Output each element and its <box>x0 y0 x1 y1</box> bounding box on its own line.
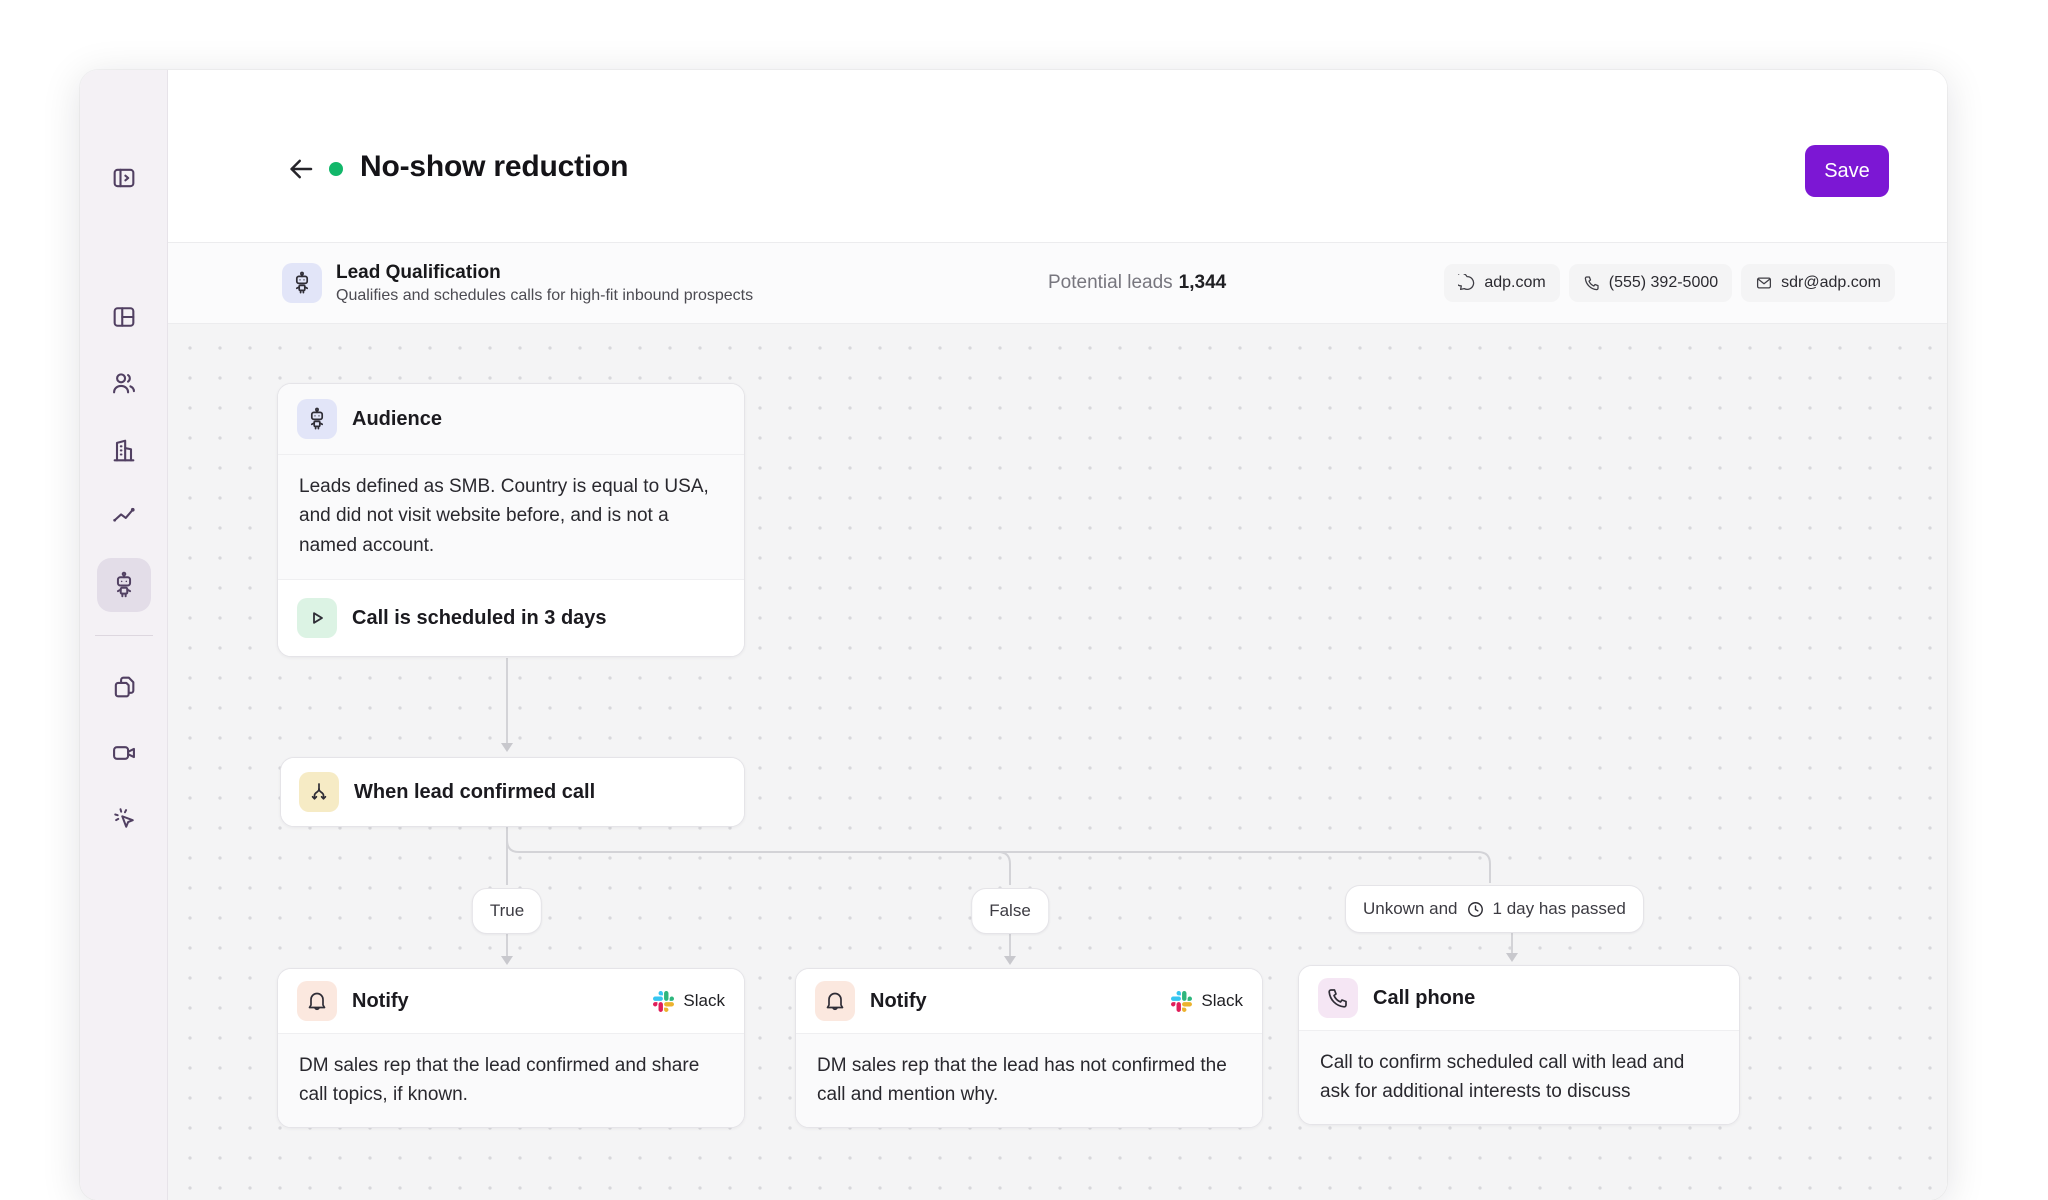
contact-badges: adp.com (555) 392-5000 sdr@adp.com <box>1444 264 1895 302</box>
page-title: No-show reduction <box>360 150 628 184</box>
bell-icon <box>815 981 855 1021</box>
integration-label: Slack <box>683 991 725 1011</box>
clock-icon <box>1466 900 1485 919</box>
robot-icon[interactable] <box>97 558 151 612</box>
branch-true-label: True <box>490 901 524 921</box>
phone-icon <box>1583 274 1601 292</box>
potential-leads: Potential leads 1,344 <box>1048 272 1226 294</box>
agent-description: Qualifies and schedules calls for high-f… <box>336 287 753 305</box>
branch-false-pill[interactable]: False <box>971 888 1049 934</box>
notify-title: Notify <box>352 990 409 1013</box>
slack-integration: Slack <box>1171 991 1243 1012</box>
workflow-canvas: Audience Leads defined as SMB. Country i… <box>168 324 1947 1200</box>
video-camera-icon[interactable] <box>97 726 151 780</box>
notify-title: Notify <box>870 990 927 1013</box>
robot-icon <box>282 263 322 303</box>
slack-logo-icon <box>653 991 674 1012</box>
chat-bubble-icon <box>1458 274 1476 292</box>
potential-leads-value: 1,344 <box>1179 272 1227 293</box>
save-button[interactable]: Save <box>1805 145 1889 197</box>
condition-title: When lead confirmed call <box>354 781 595 804</box>
main-area: No-show reduction Save Lead Qualif <box>168 70 1947 1200</box>
branch-unknown-prefix: Unkown and <box>1363 899 1458 919</box>
bell-icon <box>297 981 337 1021</box>
audience-node[interactable]: Audience Leads defined as SMB. Country i… <box>277 383 745 657</box>
agent-summary: Lead Qualification Qualifies and schedul… <box>282 262 753 305</box>
phone-badge-label: (555) 392-5000 <box>1609 274 1718 292</box>
audience-title: Audience <box>352 408 442 431</box>
layout-columns-icon[interactable] <box>97 290 151 344</box>
branch-split-icon <box>299 772 339 812</box>
app-window: No-show reduction Save Lead Qualif <box>80 70 1947 1200</box>
top-bar: No-show reduction Save <box>168 70 1947 242</box>
notify-node-true[interactable]: Notify Slack DM sales rep that the lead … <box>277 968 745 1128</box>
email-badge-label: sdr@adp.com <box>1781 274 1881 292</box>
envelope-icon <box>1755 274 1773 292</box>
audience-trigger: Call is scheduled in 3 days <box>278 579 744 656</box>
play-icon <box>297 598 337 638</box>
branch-true-pill[interactable]: True <box>472 888 542 934</box>
phone-badge[interactable]: (555) 392-5000 <box>1569 264 1732 302</box>
building-icon[interactable] <box>97 424 151 478</box>
slack-logo-icon <box>1171 991 1192 1012</box>
branch-unknown-pill[interactable]: Unkown and 1 day has passed <box>1345 885 1644 933</box>
agent-name: Lead Qualification <box>336 262 753 284</box>
agent-bar: Lead Qualification Qualifies and schedul… <box>168 242 1947 324</box>
phone-icon <box>1318 978 1358 1018</box>
integration-label: Slack <box>1201 991 1243 1011</box>
branch-unknown-suffix: 1 day has passed <box>1493 899 1626 919</box>
domain-badge[interactable]: adp.com <box>1444 264 1559 302</box>
back-arrow-icon[interactable] <box>286 154 316 184</box>
notify-description: DM sales rep that the lead has not confi… <box>796 1033 1262 1127</box>
email-badge[interactable]: sdr@adp.com <box>1741 264 1895 302</box>
users-icon[interactable] <box>97 356 151 410</box>
trend-line-icon[interactable] <box>97 488 151 542</box>
magic-cursor-icon[interactable] <box>97 791 151 845</box>
branch-false-label: False <box>989 901 1031 921</box>
call-phone-description: Call to confirm scheduled call with lead… <box>1299 1030 1739 1124</box>
panel-toggle-icon[interactable] <box>97 151 151 205</box>
call-phone-node[interactable]: Call phone Call to confirm scheduled cal… <box>1298 965 1740 1125</box>
status-dot <box>329 162 343 176</box>
sidebar <box>80 70 168 1200</box>
copy-icon[interactable] <box>97 660 151 714</box>
robot-icon <box>297 399 337 439</box>
domain-badge-label: adp.com <box>1484 274 1545 292</box>
condition-node[interactable]: When lead confirmed call <box>280 757 745 827</box>
audience-definition: Leads defined as SMB. Country is equal t… <box>278 454 744 579</box>
notify-description: DM sales rep that the lead confirmed and… <box>278 1033 744 1127</box>
sidebar-divider <box>95 635 153 636</box>
trigger-label: Call is scheduled in 3 days <box>352 607 607 630</box>
potential-leads-label: Potential leads <box>1048 272 1173 293</box>
notify-node-false[interactable]: Notify Slack DM sales rep that the lead … <box>795 968 1263 1128</box>
slack-integration: Slack <box>653 991 725 1012</box>
call-phone-title: Call phone <box>1373 987 1475 1010</box>
